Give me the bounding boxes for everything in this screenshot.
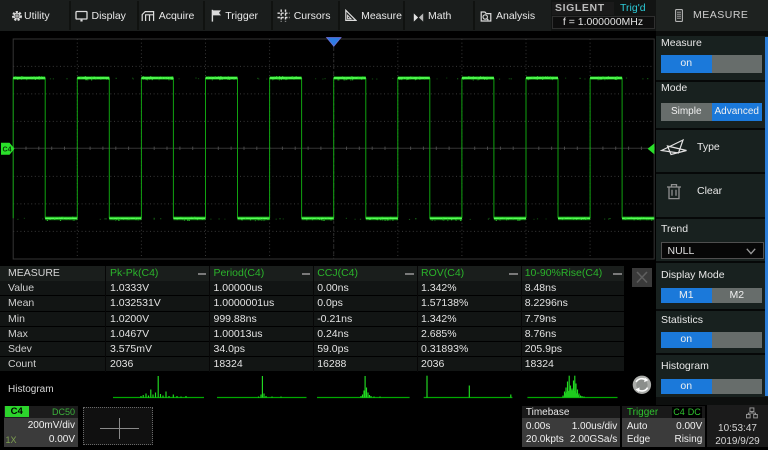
svg-text:C4: C4 [3, 146, 12, 153]
